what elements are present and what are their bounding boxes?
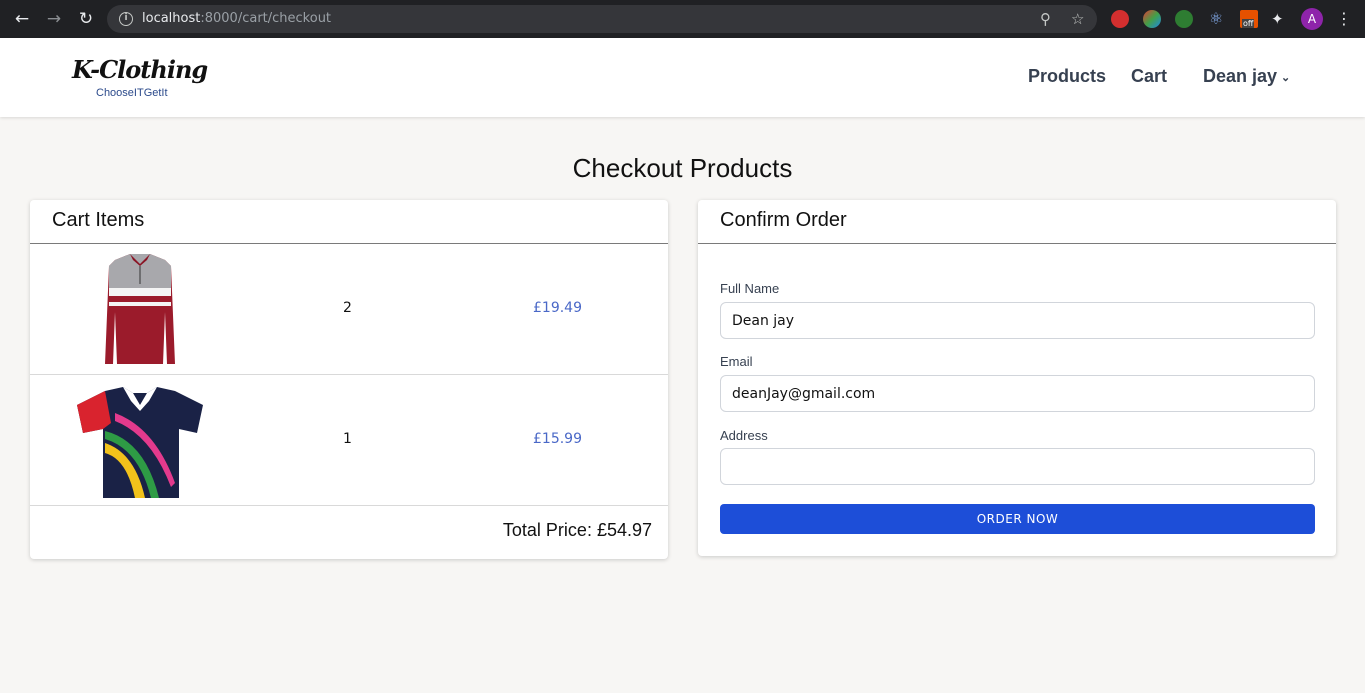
nav-products[interactable]: Products xyxy=(1028,66,1106,87)
cart-card: Cart Items 2 £19.49 1 £15.99 Total Price… xyxy=(30,200,668,559)
cart-item-row: 1 £15.99 xyxy=(30,375,668,506)
item-price: £15.99 xyxy=(533,431,582,447)
puzzle-icon[interactable]: ✦ xyxy=(1271,10,1289,28)
address-label: Address xyxy=(720,428,768,443)
extension-badge: off xyxy=(1242,19,1255,28)
site-header: K-Clothing ChooseITGetIt Products Cart D… xyxy=(0,38,1365,117)
back-arrow-icon[interactable]: ← xyxy=(12,9,32,29)
forward-arrow-icon[interactable]: → xyxy=(44,9,64,29)
adblock-extension-icon[interactable] xyxy=(1111,10,1129,28)
confirm-order-card: Confirm Order Full Name Email Address OR… xyxy=(698,200,1336,556)
user-name: Dean jay xyxy=(1203,66,1278,86)
browser-toolbar: ← → ↻ i localhost:8000/cart/checkout ⚲ ☆… xyxy=(0,0,1365,38)
address-bar[interactable]: i localhost:8000/cart/checkout ⚲ ☆ xyxy=(107,5,1097,33)
logo[interactable]: K-Clothing ChooseITGetIt xyxy=(72,55,208,103)
logo-tagline: ChooseITGetIt xyxy=(96,87,168,99)
zoom-icon[interactable]: ⚲ xyxy=(1040,10,1051,28)
address-field[interactable] xyxy=(720,448,1315,485)
order-now-button[interactable]: ORDER NOW xyxy=(720,504,1315,534)
email-field[interactable] xyxy=(720,375,1315,412)
product-image-striped-polo xyxy=(105,254,175,364)
nav-cart[interactable]: Cart xyxy=(1131,66,1167,87)
total-price: Total Price: £54.97 xyxy=(502,520,652,540)
item-price: £19.49 xyxy=(533,300,582,316)
chevron-down-icon: ⌄ xyxy=(1281,71,1291,84)
cart-title: Cart Items xyxy=(52,209,145,231)
item-quantity: 1 xyxy=(343,431,352,447)
url-text[interactable]: localhost:8000/cart/checkout xyxy=(142,11,331,26)
full-name-label: Full Name xyxy=(720,281,780,296)
kebab-menu-icon[interactable]: ⋮ xyxy=(1336,8,1352,30)
green-extension-icon[interactable] xyxy=(1175,10,1193,28)
full-name-field[interactable] xyxy=(720,302,1315,339)
logo-text: K-Clothing xyxy=(72,55,208,84)
divider xyxy=(698,243,1336,244)
item-quantity: 2 xyxy=(343,300,352,316)
order-title: Confirm Order xyxy=(720,209,847,231)
info-icon[interactable]: i xyxy=(119,12,133,26)
cart-item-row: 2 £19.49 xyxy=(30,244,668,375)
reload-icon[interactable]: ↻ xyxy=(76,9,96,29)
email-label: Email xyxy=(720,354,753,369)
page-title: Checkout Products xyxy=(572,153,793,183)
off-extension-icon[interactable]: off xyxy=(1240,10,1258,28)
user-menu[interactable]: Dean jay ⌄ xyxy=(1203,66,1290,87)
star-icon[interactable]: ☆ xyxy=(1071,10,1084,28)
avatar[interactable]: A xyxy=(1301,8,1323,30)
react-devtools-icon[interactable]: ⚛ xyxy=(1207,10,1225,28)
extension-icon[interactable] xyxy=(1143,10,1161,28)
product-image-sport-polo xyxy=(77,387,203,498)
